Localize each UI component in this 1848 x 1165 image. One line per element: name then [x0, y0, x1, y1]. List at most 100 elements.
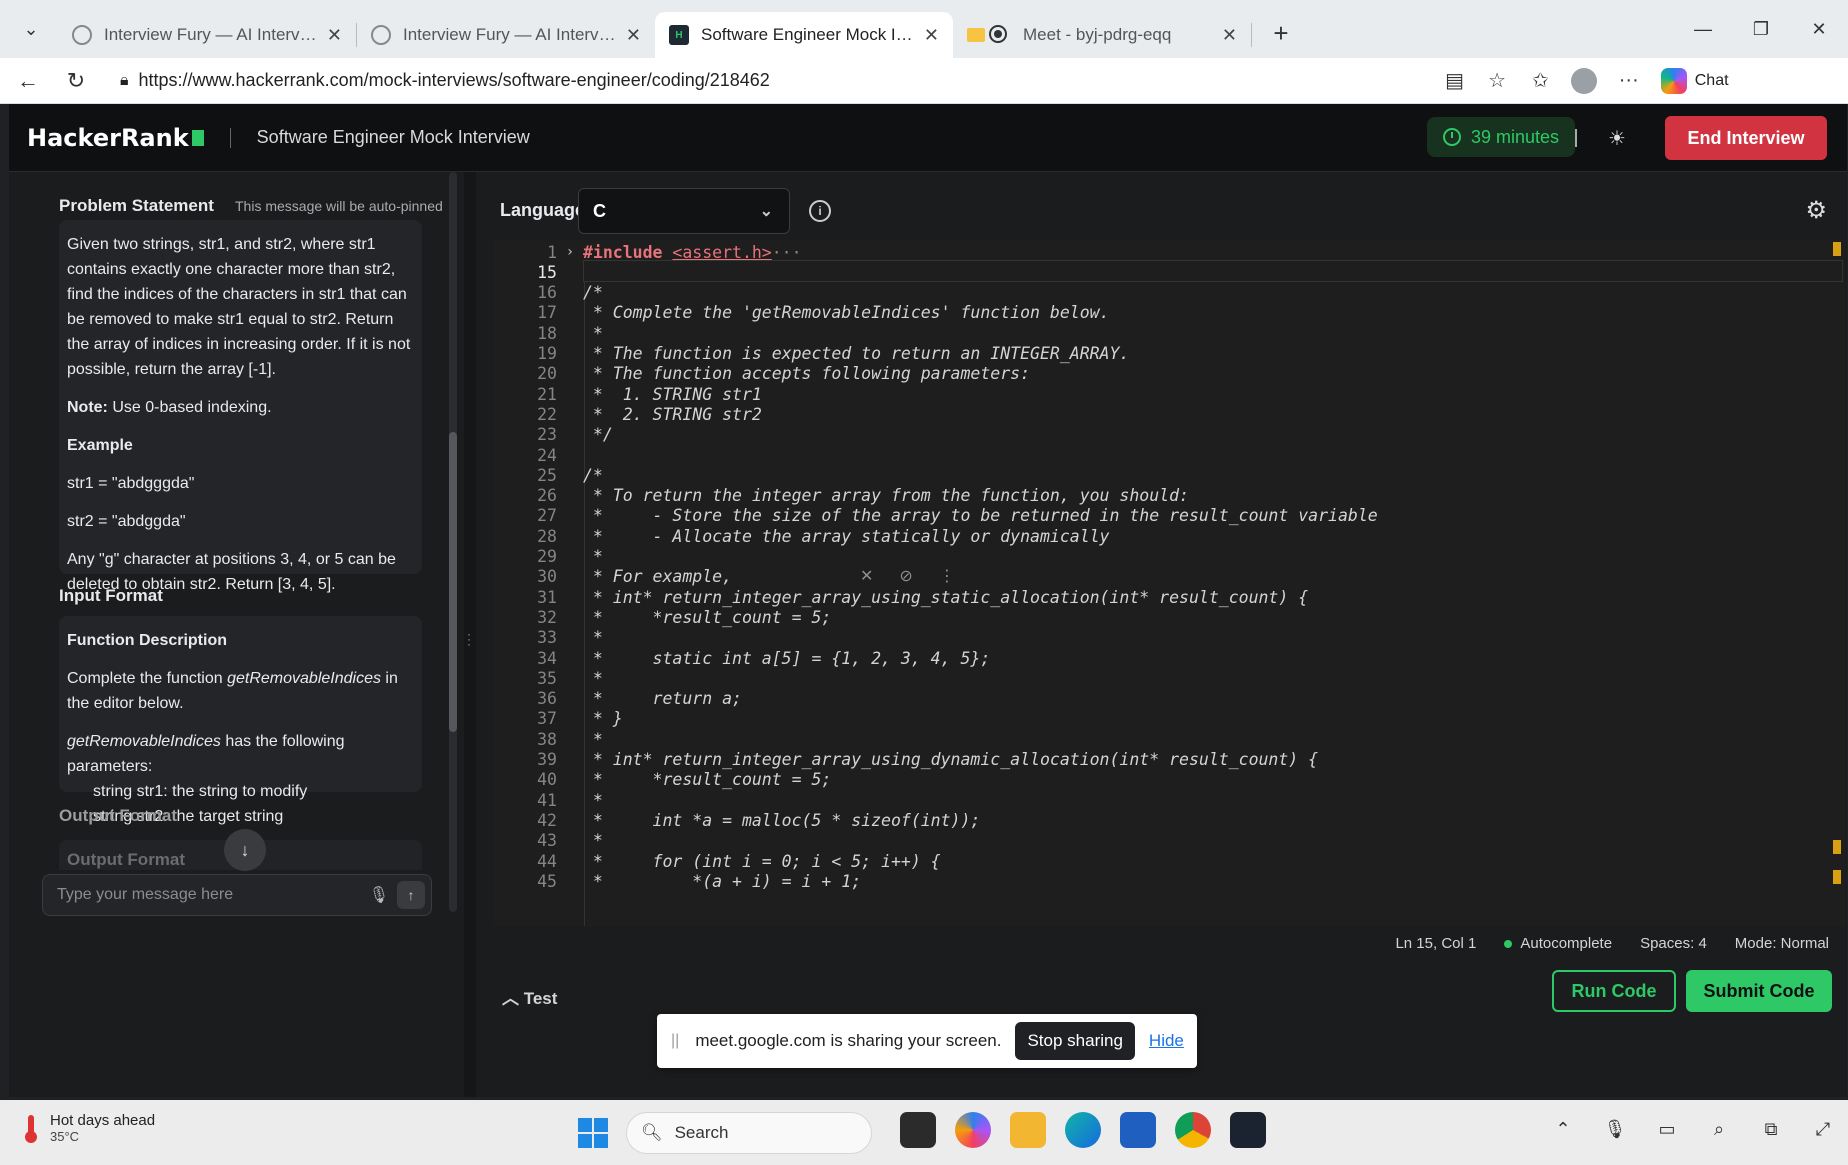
reader-mode-icon[interactable]: ▤: [1445, 68, 1464, 93]
fold-chevron-icon[interactable]: ›: [557, 244, 583, 260]
chevron-up-icon[interactable]: ⌃: [1548, 1114, 1578, 1144]
info-icon[interactable]: i: [809, 200, 831, 222]
taskbar-search[interactable]: 🔍︎ Search: [626, 1112, 872, 1154]
line-text: * *result_count = 5;: [583, 770, 832, 790]
hide-link[interactable]: Hide: [1149, 1031, 1184, 1051]
drag-handle-icon[interactable]: ||: [671, 1032, 679, 1050]
close-icon[interactable]: ✕: [1222, 25, 1237, 46]
line-number: 26: [537, 486, 557, 506]
editor-mode[interactable]: Mode: Normal: [1735, 935, 1829, 952]
microphone-icon[interactable]: 🎙︎: [1600, 1114, 1630, 1144]
back-arrow-icon[interactable]: ←: [8, 61, 48, 101]
browser-tab[interactable]: Meet - byj-pdrg-eqq ✕: [953, 12, 1251, 58]
line-number: 35: [537, 668, 557, 688]
line-text: * Complete the 'getRemovableIndices' fun…: [583, 303, 1110, 323]
clock-icon: [1442, 128, 1461, 146]
edge-browser-icon[interactable]: [1065, 1112, 1101, 1148]
tab-title: Interview Fury — AI Interview Assi: [403, 25, 616, 44]
panel-splitter[interactable]: · · ·: [464, 172, 476, 1097]
line-number: 32: [537, 607, 557, 627]
scroll-down-arrow-icon[interactable]: ↓: [224, 829, 266, 871]
more-vertical-icon[interactable]: ⋮: [939, 566, 955, 586]
url-text[interactable]: https://www.hackerrank.com/mock-intervie…: [139, 70, 770, 91]
browser-tab-active[interactable]: H Software Engineer Mock Interview ✕: [655, 12, 953, 58]
line-text: * The function accepts following paramet…: [583, 364, 1031, 384]
hackerrank-logo[interactable]: HackerRank: [27, 124, 204, 152]
close-window-icon[interactable]: ✕: [1790, 0, 1848, 58]
copilot-app-icon[interactable]: [955, 1112, 991, 1148]
microphone-icon[interactable]: 🎙︎: [369, 885, 389, 905]
browser-tab[interactable]: Interview Fury — AI Interview Assi ✕: [357, 12, 655, 58]
globe-icon: [72, 25, 92, 45]
test-results-toggle[interactable]: ︿ Test: [502, 984, 557, 1009]
restore-icon[interactable]: ❐: [1732, 0, 1790, 58]
share-message: meet.google.com is sharing your screen.: [695, 1031, 1002, 1050]
reload-icon[interactable]: ↻: [56, 61, 96, 101]
submit-code-button[interactable]: Submit Code: [1686, 970, 1832, 1012]
line-number: 43: [537, 831, 557, 851]
sun-theme-toggle-icon[interactable]: ☀: [1601, 122, 1633, 154]
weather-widget[interactable]: Hot days ahead 35°C: [24, 1112, 155, 1144]
minimize-icon[interactable]: —: [1674, 0, 1732, 58]
system-tray: ⌃ 🎙︎ ▭ ⌕ ⧉ ⤢: [1548, 1114, 1838, 1144]
open-external-icon[interactable]: ⧉: [1756, 1114, 1786, 1144]
run-code-button[interactable]: Run Code: [1552, 970, 1676, 1012]
drag-handle-icon[interactable]: · · ·: [467, 628, 471, 650]
chat-scrollbar[interactable]: [449, 172, 457, 912]
message-placeholder[interactable]: Type your message here: [57, 886, 233, 904]
line-text: * *(a + i) = i + 1;: [583, 871, 862, 891]
favorites-icon[interactable]: ✩: [1532, 68, 1549, 93]
microsoft-store-icon[interactable]: [1120, 1112, 1156, 1148]
line-number: 31: [537, 587, 557, 607]
message-input[interactable]: Type your message here 🎙︎ ↑: [42, 874, 432, 916]
more-options-icon[interactable]: ···: [1619, 69, 1639, 92]
scrollbar-thumb[interactable]: [449, 432, 457, 732]
lock-icon[interactable]: 🔒︎: [120, 72, 129, 90]
line-text: * 2. STRING str2: [583, 404, 762, 424]
screen-share-bar: || meet.google.com is sharing your scree…: [657, 1014, 1197, 1068]
line-number: 25: [537, 465, 557, 485]
line-text: * The function is expected to return an …: [583, 344, 1130, 363]
zoom-icon[interactable]: ⌕: [1704, 1114, 1734, 1144]
close-icon[interactable]: ✕: [327, 25, 342, 46]
app-a-icon[interactable]: [1230, 1112, 1266, 1148]
thermometer-icon: [24, 1113, 38, 1143]
display-icon[interactable]: ▭: [1652, 1114, 1682, 1144]
language-select[interactable]: C ⌄: [578, 188, 790, 234]
spaces-setting[interactable]: Spaces: 4: [1640, 935, 1707, 952]
line-number: 40: [537, 770, 557, 790]
search-icon: 🔍︎: [641, 1123, 663, 1142]
task-view-icon[interactable]: [900, 1112, 936, 1148]
line-text: * *result_count = 5;: [583, 607, 832, 627]
code-line[interactable]: 45 * *(a + i) = i + 1;: [493, 869, 1845, 893]
new-tab-button[interactable]: +: [1262, 14, 1300, 52]
favorite-star-icon[interactable]: ☆: [1488, 68, 1506, 93]
mic-off-icon[interactable]: ✕: [860, 566, 873, 586]
function-description-text: Complete the function getRemovableIndice…: [67, 670, 398, 712]
close-icon[interactable]: ✕: [924, 25, 939, 46]
close-icon[interactable]: ✕: [626, 25, 641, 46]
autocomplete-status[interactable]: Autocomplete: [1504, 935, 1612, 952]
windows-start-icon[interactable]: [578, 1118, 608, 1148]
line-text: * For example,: [583, 567, 733, 587]
browser-tab[interactable]: Interview Fury — AI Interview Assi ✕: [58, 12, 356, 58]
camera-off-icon[interactable]: ⊘: [899, 566, 912, 586]
end-interview-button[interactable]: End Interview: [1665, 116, 1827, 160]
profile-avatar[interactable]: [1570, 67, 1597, 94]
copilot-chat-button[interactable]: Chat: [1660, 67, 1729, 94]
tab-actions-menu-button[interactable]: ⌄: [12, 10, 50, 48]
stop-sharing-button[interactable]: Stop sharing: [1015, 1022, 1135, 1060]
line-number: 36: [537, 689, 557, 709]
chrome-icon[interactable]: [1175, 1112, 1211, 1148]
gear-icon[interactable]: ⚙: [1805, 196, 1827, 225]
expand-icon[interactable]: ⤢: [1808, 1114, 1838, 1144]
send-arrow-icon[interactable]: ↑: [397, 881, 425, 909]
header-divider: [229, 127, 231, 148]
interview-title: Software Engineer Mock Interview: [256, 127, 530, 147]
line-text: * To return the integer array from the f…: [583, 486, 1189, 506]
file-explorer-icon[interactable]: [1010, 1112, 1046, 1148]
param-str1: string str1: the string to modify: [93, 783, 308, 800]
code-editor[interactable]: 1 › #include <assert.h>··· 15 16 /* 17 * Compl…: [493, 240, 1845, 926]
line-number: 19: [537, 344, 557, 363]
address-bar[interactable]: 🔒︎ https://www.hackerrank.com/mock-inter…: [110, 63, 1520, 99]
